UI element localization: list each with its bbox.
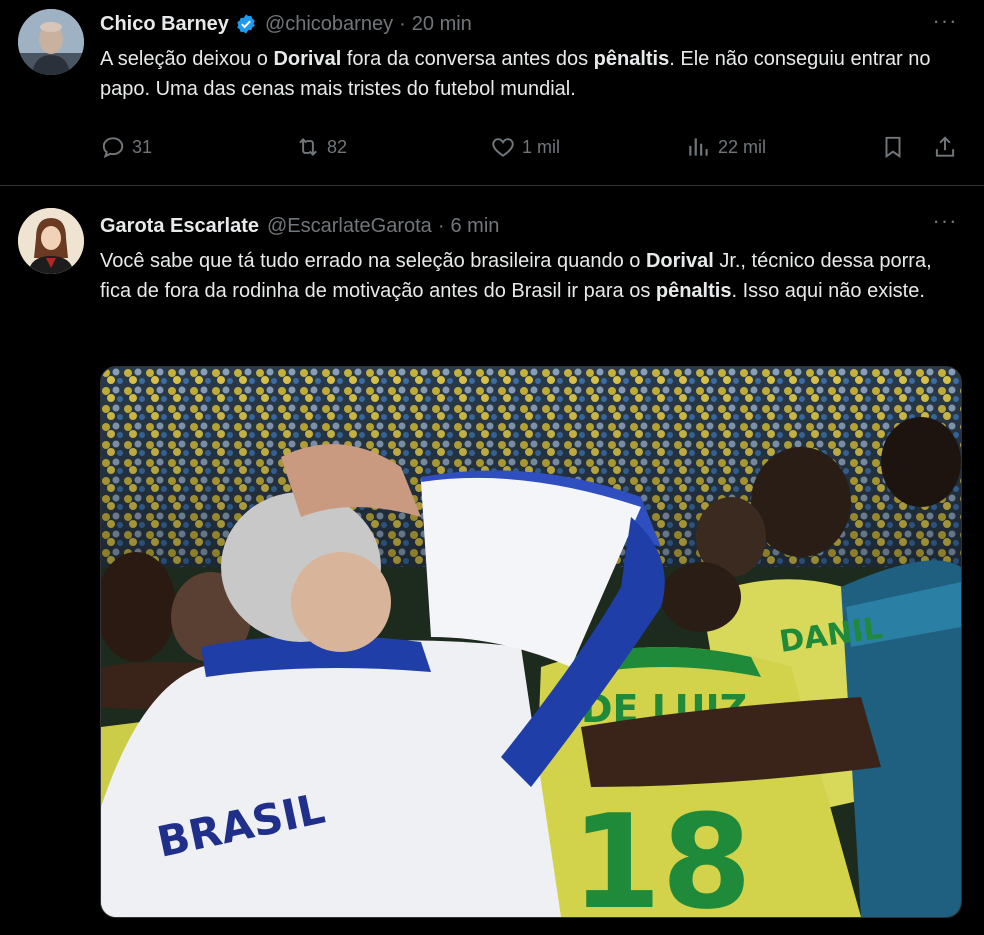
- bookmark-button[interactable]: [880, 132, 912, 162]
- shirt-number: 18: [571, 786, 752, 917]
- tweet[interactable]: Garota Escarlate @EscarlateGarota · 6 mi…: [0, 186, 984, 935]
- like-count: 1 mil: [522, 136, 561, 157]
- verified-badge-icon: [237, 14, 255, 34]
- separator-dot: ·: [399, 12, 406, 35]
- share-button[interactable]: [932, 132, 964, 162]
- more-icon[interactable]: ···: [932, 10, 958, 36]
- repost-count: 82: [327, 136, 348, 157]
- like-button[interactable]: 1 mil: [490, 132, 560, 162]
- tweet-media-photo[interactable]: DE LUIZ DANIL 18 BRASIL: [100, 366, 962, 918]
- author-handle[interactable]: @chicobarney: [265, 13, 393, 36]
- separator-dot: ·: [437, 214, 445, 237]
- tweet-header: Garota Escarlate @EscarlateGarota · 6 mi…: [100, 212, 499, 240]
- timestamp[interactable]: 20 min: [412, 13, 472, 36]
- tweet-actions: 31 82 1 mil 22 mil: [100, 132, 960, 162]
- text-bold: Dorival: [645, 250, 714, 272]
- author-name[interactable]: Chico Barney: [100, 13, 229, 36]
- like-icon: [492, 138, 514, 157]
- avatar[interactable]: [18, 9, 84, 75]
- reply-button[interactable]: 31: [100, 132, 152, 162]
- avatar-illustration: [18, 208, 84, 274]
- avatar[interactable]: [18, 208, 84, 274]
- author-name[interactable]: Garota Escarlate: [100, 215, 259, 238]
- reply-count: 31: [132, 136, 153, 157]
- tweet-header: Chico Barney @chicobarney · 20 min: [100, 10, 472, 38]
- text-segment: Você sabe que tá tudo errado na seleção …: [100, 250, 646, 272]
- views-button[interactable]: 22 mil: [686, 132, 766, 162]
- text-bold: pênaltis: [593, 48, 670, 70]
- tweet[interactable]: Chico Barney @chicobarney · 20 min ··· A…: [0, 0, 984, 186]
- huddle-photo: DE LUIZ DANIL 18 BRASIL: [101, 367, 961, 917]
- repost-button[interactable]: 82: [295, 132, 347, 162]
- bookmark-icon: [885, 136, 901, 159]
- views-icon: [689, 138, 708, 156]
- author-handle[interactable]: @EscarlateGarota: [267, 215, 432, 238]
- text-segment: . Isso aqui não existe.: [731, 280, 925, 302]
- timestamp[interactable]: 6 min: [450, 215, 499, 238]
- text-bold: pênaltis: [655, 280, 732, 302]
- reply-icon: [102, 137, 124, 159]
- text-segment: A seleção deixou o: [100, 48, 274, 70]
- tweet-text: Você sabe que tá tudo errado na seleção …: [100, 246, 960, 306]
- more-icon[interactable]: ···: [932, 210, 958, 236]
- tweet-text: A seleção deixou o Dorival fora da conve…: [100, 44, 960, 104]
- share-icon: [935, 136, 955, 157]
- text-segment: fora da conversa antes dos: [341, 48, 594, 70]
- view-count: 22 mil: [718, 136, 767, 157]
- avatar-photo: [18, 9, 84, 75]
- repost-icon: [299, 138, 317, 156]
- text-bold: Dorival: [273, 48, 342, 70]
